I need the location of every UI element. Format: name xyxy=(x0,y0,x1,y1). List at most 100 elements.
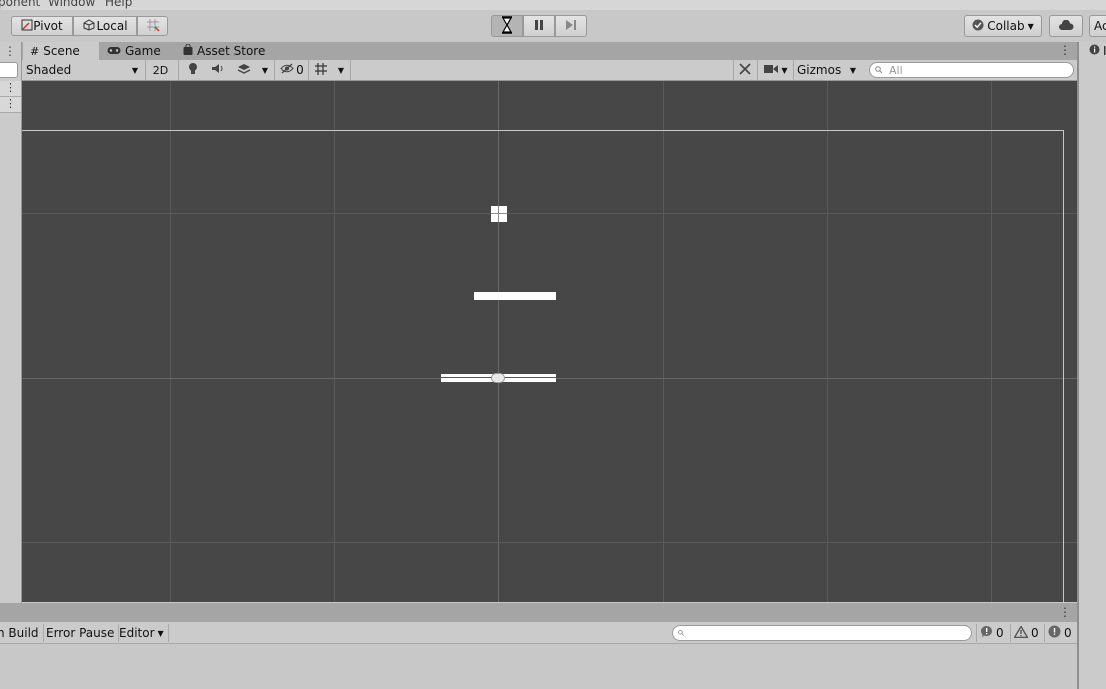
chevron-down-icon: ▼ xyxy=(849,65,857,75)
speaker-icon xyxy=(211,63,225,77)
pause-icon xyxy=(534,19,544,33)
pivot-cross xyxy=(498,206,499,222)
left-row-1[interactable]: ⋮ xyxy=(0,81,21,97)
search-icon xyxy=(678,626,686,640)
square-sprite[interactable] xyxy=(491,206,507,222)
gizmos-dropdown[interactable]: ▼ xyxy=(845,60,861,80)
gamepad-icon xyxy=(107,44,121,58)
inspector-panel-edge: I xyxy=(1077,42,1106,689)
crossed-tools-icon xyxy=(739,62,751,78)
camera-dropdown[interactable]: ▼ xyxy=(760,60,792,80)
gizmos-button[interactable]: Gizmos xyxy=(795,60,845,80)
collab-dropdown[interactable]: Collab ▼ xyxy=(964,15,1042,37)
error-pause-build-toggle[interactable]: n Build xyxy=(0,624,44,642)
tab-asset-store[interactable]: Asset Store xyxy=(179,42,275,60)
grid-snap-icon xyxy=(146,18,160,35)
divider xyxy=(793,60,794,80)
cloud-button[interactable] xyxy=(1049,15,1083,37)
row-more-icon[interactable]: ⋮ xyxy=(5,81,16,94)
audio-toggle[interactable] xyxy=(207,60,229,80)
local-label: Local xyxy=(96,19,128,33)
account-label: Ac xyxy=(1094,19,1106,33)
divider xyxy=(757,60,758,80)
row-more-icon[interactable]: ⋮ xyxy=(5,97,16,110)
scene-tab-strip: # Scene Game Asset Store ⋮ xyxy=(22,42,1078,60)
warning-count: 0 xyxy=(1031,626,1039,640)
account-dropdown[interactable]: Ac xyxy=(1089,15,1106,37)
tab-asset-store-label: Asset Store xyxy=(197,44,266,58)
chevron-down-icon: ▼ xyxy=(1027,21,1034,31)
step-button[interactable] xyxy=(555,15,587,37)
chevron-down-icon: ▼ xyxy=(337,65,345,75)
menubar: ponent Window Help xyxy=(0,0,1106,10)
search-placeholder: All xyxy=(889,63,903,77)
grid-icon xyxy=(314,62,328,79)
tab-game[interactable]: Game xyxy=(102,42,174,60)
play-button[interactable] xyxy=(491,15,523,37)
left-search-input[interactable] xyxy=(0,62,18,78)
error-count-toggle[interactable]: 0 xyxy=(1044,624,1077,642)
pause-button[interactable] xyxy=(523,15,555,37)
grid-dropdown[interactable]: ▼ xyxy=(333,60,349,80)
menu-item-window[interactable]: Window xyxy=(48,0,95,9)
build-label: n Build xyxy=(0,626,39,640)
editor-label: Editor xyxy=(119,626,155,640)
chevron-down-icon: ▼ xyxy=(131,65,138,75)
left-row-2[interactable]: ⋮ xyxy=(0,97,21,113)
pivot-button[interactable]: Pivot xyxy=(11,16,73,36)
menu-item-help[interactable]: Help xyxy=(105,0,132,9)
chevron-down-icon: ▼ xyxy=(261,65,269,75)
divider xyxy=(145,60,146,80)
console-header: ⋮ xyxy=(0,603,1077,622)
hidden-objects-toggle[interactable]: 0 xyxy=(277,60,307,80)
effects-dropdown[interactable]: ▼ xyxy=(257,60,273,80)
gizmos-label: Gizmos xyxy=(797,63,842,77)
menu-item-component[interactable]: ponent xyxy=(0,0,40,9)
divider xyxy=(350,60,351,80)
main-toolbar: Pivot Local Collab ▼ Ac xyxy=(0,10,1106,42)
divider xyxy=(178,60,179,80)
left-panel-edge: ⋮ ⋮ ⋮ xyxy=(0,42,22,603)
step-icon xyxy=(565,19,577,33)
error-pause-toggle[interactable]: Error Pause xyxy=(42,624,120,642)
hourglass-icon xyxy=(500,15,514,37)
divider xyxy=(308,60,309,80)
hash-icon: # xyxy=(30,44,40,58)
pivot-cross xyxy=(491,213,507,214)
collab-label: Collab xyxy=(987,19,1025,33)
local-icon xyxy=(82,18,96,34)
console-search-input[interactable] xyxy=(672,625,972,641)
chevron-down-icon: ▼ xyxy=(781,65,788,75)
shading-mode-dropdown[interactable]: Shaded ▼ xyxy=(22,60,144,80)
error-pause-label: Error Pause xyxy=(46,626,115,640)
scene-hand-cursor xyxy=(491,373,505,383)
grid-snap-button[interactable] xyxy=(137,16,168,36)
tab-scene-label: Scene xyxy=(43,44,80,58)
tools-toggle[interactable] xyxy=(735,60,755,80)
lightbulb-icon xyxy=(188,62,198,78)
tab-menu-icon[interactable]: ⋮ xyxy=(1059,43,1071,57)
platform-sprite[interactable] xyxy=(474,292,556,300)
camera-bounds xyxy=(22,130,1064,602)
2d-toggle-button[interactable]: 2D xyxy=(148,60,173,80)
warning-icon xyxy=(1013,624,1029,641)
effects-toggle[interactable] xyxy=(233,60,255,80)
hidden-count: 0 xyxy=(296,63,304,77)
scene-search-input[interactable]: All xyxy=(869,62,1074,78)
more-options-icon[interactable]: ⋮ xyxy=(4,44,16,58)
log-count: 0 xyxy=(996,626,1004,640)
editor-dropdown[interactable]: Editor ▼ xyxy=(115,624,169,642)
warning-count-toggle[interactable]: 0 xyxy=(1010,624,1044,642)
lighting-toggle[interactable] xyxy=(182,60,204,80)
tab-scene[interactable]: # Scene xyxy=(23,42,99,60)
checkmark-icon xyxy=(972,19,984,34)
local-button[interactable]: Local xyxy=(73,16,137,36)
grid-toggle[interactable] xyxy=(310,60,332,80)
pivot-label: Pivot xyxy=(33,19,63,33)
tab-game-label: Game xyxy=(125,44,161,58)
2d-label: 2D xyxy=(152,63,169,77)
log-count-toggle[interactable]: 0 xyxy=(976,624,1010,642)
console-menu-icon[interactable]: ⋮ xyxy=(1059,605,1071,619)
console-log-area[interactable] xyxy=(0,644,1077,689)
shopping-bag-icon xyxy=(183,43,193,58)
